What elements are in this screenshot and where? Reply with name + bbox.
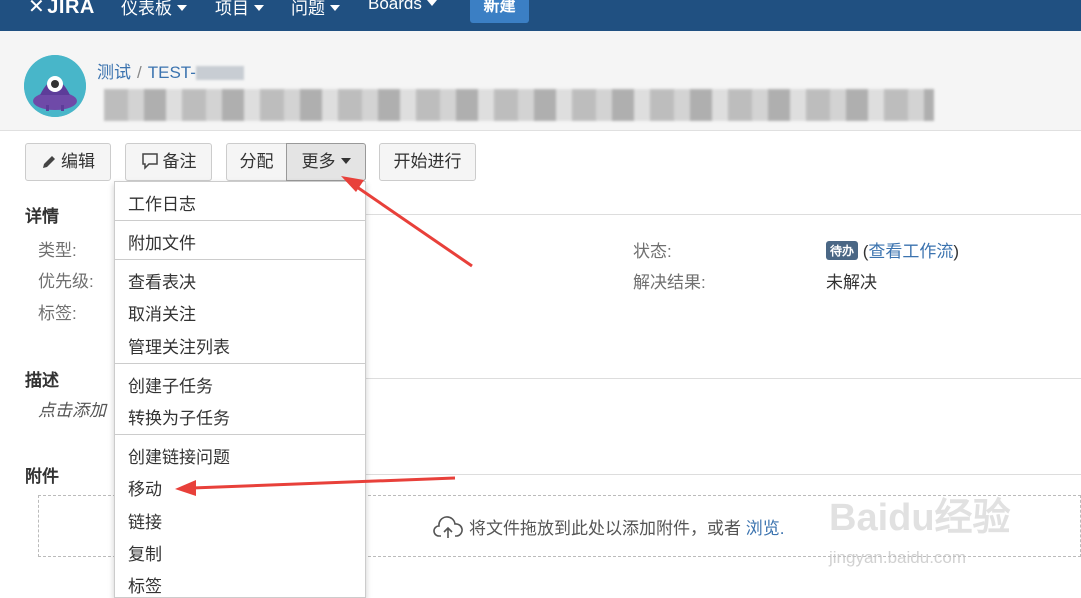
description-placeholder[interactable]: 点击添加 [38,396,106,421]
cloud-upload-icon [433,516,463,538]
dropzone-message: 将文件拖放到此处以添加附件，或者 [469,519,741,538]
details-heading: 详情 [25,207,59,226]
nav-dashboards[interactable]: 仪表板 [121,0,187,19]
top-nav: ✕ JIRA 仪表板 项目 问题 Boards 新建 [0,0,1081,31]
details-divider [366,214,1081,215]
chevron-down-icon [330,5,340,11]
comment-button[interactable]: 备注 [125,143,212,181]
menu-divider [115,363,365,364]
type-label: 类型: [38,241,77,260]
menu-item-attach-files[interactable]: 附加文件 [128,229,196,254]
project-avatar-icon [24,55,86,117]
nav-dashboards-label: 仪表板 [121,0,172,18]
watermark-url: jingyan.baidu.com [829,548,967,567]
menu-item-stop-watching[interactable]: 取消关注 [128,300,196,325]
menu-item-create-linked-issue[interactable]: 创建链接问题 [128,443,230,468]
menu-divider [115,434,365,435]
more-dropdown-menu: 工作日志 附加文件 查看表决 取消关注 管理关注列表 创建子任务 转换为子任务 … [114,181,366,598]
menu-item-view-voters[interactable]: 查看表决 [128,268,196,293]
pencil-icon [43,156,55,168]
menu-divider [115,259,365,260]
issue-header: 测试 / TEST- [0,31,1081,131]
chevron-down-icon [254,5,264,11]
nav-projects[interactable]: 项目 [215,0,264,19]
attachments-divider [366,474,1081,475]
dropzone-text: 将文件拖放到此处以添加附件，或者 浏览. [433,514,784,540]
nav-issues-label: 问题 [291,0,325,18]
menu-item-link[interactable]: 链接 [128,508,162,533]
breadcrumb-separator: / [137,63,142,82]
breadcrumb-project-link[interactable]: 测试 [97,63,131,82]
issue-title-blurred [104,89,934,121]
create-button[interactable]: 新建 [470,0,529,23]
more-button-label: 更多 [301,152,336,171]
assign-button[interactable]: 分配 [226,143,287,181]
chevron-down-icon [177,5,187,11]
menu-item-log-work[interactable]: 工作日志 [128,190,196,215]
jira-logo-icon: ✕ [28,0,46,18]
menu-item-move[interactable]: 移动 [128,475,162,500]
edit-button[interactable]: 编辑 [25,143,111,181]
labels-label: 标签: [38,304,77,323]
browse-link[interactable]: 浏览. [746,519,785,538]
edit-button-label: 编辑 [61,152,95,171]
menu-item-create-subtask[interactable]: 创建子任务 [128,372,213,397]
menu-item-labels[interactable]: 标签 [128,572,162,597]
attachments-heading: 附件 [25,467,59,486]
menu-item-manage-watchers[interactable]: 管理关注列表 [128,333,230,358]
breadcrumb: 测试 / TEST- [97,58,244,83]
jira-logo[interactable]: ✕ JIRA [28,0,95,19]
logo-text: JIRA [47,0,95,18]
comment-button-label: 备注 [162,152,197,171]
nav-issues[interactable]: 问题 [291,0,340,19]
nav-boards[interactable]: Boards [368,0,437,14]
more-button[interactable]: 更多 [286,143,366,181]
baidu-jingyan-watermark: Baidu经验 [829,497,1011,539]
start-progress-button[interactable]: 开始进行 [379,143,476,181]
priority-label: 优先级: [38,272,94,291]
comment-icon [141,153,158,170]
description-divider [366,378,1081,379]
description-heading: 描述 [25,371,59,390]
issue-key-blurred [195,66,244,80]
chevron-down-icon [426,0,437,6]
menu-item-convert-to-subtask[interactable]: 转换为子任务 [128,404,230,429]
status-value: 待办 (查看工作流) [826,237,959,262]
nav-boards-label: Boards [368,0,422,13]
view-workflow-link[interactable]: 查看工作流 [868,242,953,261]
start-progress-label: 开始进行 [393,152,462,171]
nav-projects-label: 项目 [215,0,249,18]
status-badge: 待办 [826,241,859,260]
menu-item-clone[interactable]: 复制 [128,540,162,565]
project-avatar [24,55,86,117]
resolution-value: 未解决 [826,273,877,292]
menu-divider [115,220,365,221]
assign-button-label: 分配 [239,152,274,171]
breadcrumb-issue-key[interactable]: TEST- [148,63,196,82]
resolution-label: 解决结果: [633,273,706,292]
chevron-down-icon [340,158,351,164]
status-label: 状态: [633,242,672,261]
